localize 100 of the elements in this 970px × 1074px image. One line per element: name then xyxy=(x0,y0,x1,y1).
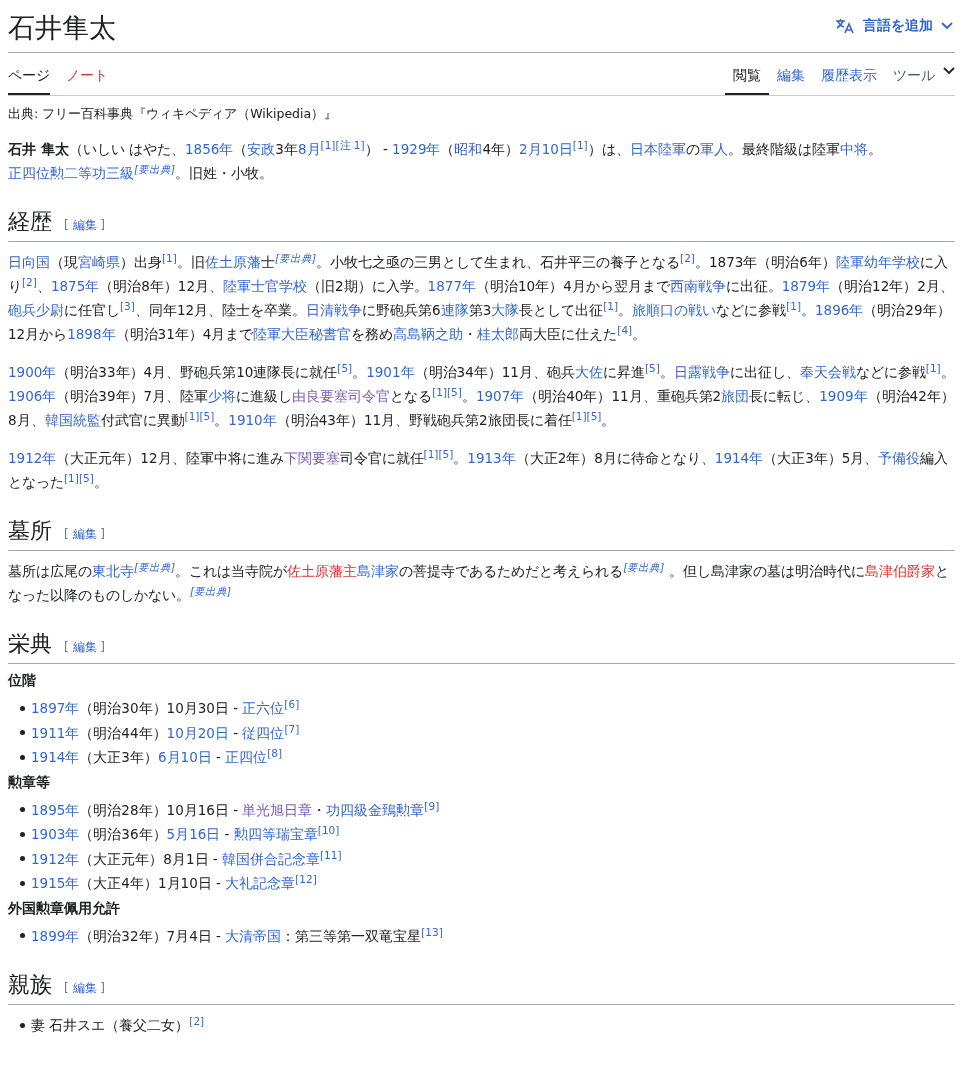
reference-link[interactable]: [5] xyxy=(447,385,462,398)
link[interactable]: 日向国 xyxy=(8,254,50,270)
tab[interactable]: 閲覧 xyxy=(725,53,769,95)
link[interactable]: 1896年 xyxy=(815,302,864,318)
link[interactable]: 1898年 xyxy=(67,326,116,342)
link[interactable]: 昭和 xyxy=(454,141,483,157)
link[interactable]: 旅団 xyxy=(721,388,750,404)
link[interactable]: 日本陸軍 xyxy=(629,141,686,157)
link[interactable]: 1901年 xyxy=(366,364,415,380)
citation-needed-link[interactable]: [要出典] xyxy=(623,560,665,573)
link[interactable]: 1907年 xyxy=(475,388,525,404)
link[interactable]: 1915年 xyxy=(31,875,80,891)
link[interactable]: 1910年 xyxy=(228,412,277,428)
link[interactable]: 1913年 xyxy=(467,450,516,466)
reference-link[interactable]: [1] xyxy=(423,447,439,460)
link[interactable]: 10月20日 xyxy=(166,724,229,741)
citation-needed-link[interactable]: [要出典] xyxy=(190,584,232,597)
link[interactable]: 少将 xyxy=(208,388,237,404)
reference-link[interactable]: [8] xyxy=(267,746,283,759)
reference-link[interactable]: [1] xyxy=(432,385,447,398)
reference-link[interactable]: [2] xyxy=(680,251,695,264)
link[interactable]: 高島鞆之助 xyxy=(393,326,464,342)
link[interactable]: 6月10日 xyxy=(157,749,212,765)
reference-link[interactable]: [5] xyxy=(438,447,454,460)
link[interactable]: 5月16日 xyxy=(166,826,221,842)
reference-link[interactable]: [1] xyxy=(786,299,801,312)
reference-link[interactable]: [1] xyxy=(184,409,200,422)
link[interactable]: 1906年 xyxy=(8,388,57,404)
link[interactable]: 陸軍幼年学校 xyxy=(835,254,920,270)
link[interactable]: 大隊 xyxy=(491,302,520,318)
reference-link[interactable]: [5] xyxy=(337,361,353,374)
link[interactable]: 功四級金鵄勲章 xyxy=(326,801,425,818)
link[interactable]: 宮崎県 xyxy=(78,254,120,270)
link[interactable]: 島津家 xyxy=(357,563,400,579)
link[interactable]: 陸軍士官学校 xyxy=(223,278,307,294)
citation-needed-link[interactable]: [要出典] xyxy=(134,560,176,573)
reference-link[interactable]: [1] xyxy=(320,138,336,151)
reference-link[interactable]: [5] xyxy=(644,361,660,374)
link[interactable]: 陸軍大臣秘書官 xyxy=(253,326,352,342)
reference-link[interactable]: [5] xyxy=(586,409,602,422)
link[interactable]: 2月10日 xyxy=(519,141,573,157)
link[interactable]: 1897年 xyxy=(31,700,80,716)
edit-link[interactable]: [ 編集 ] xyxy=(64,980,106,997)
link[interactable]: 東北寺 xyxy=(92,563,134,579)
edit-link[interactable]: [ 編集 ] xyxy=(64,639,106,656)
link[interactable]: 正四位 xyxy=(225,749,268,765)
link[interactable]: 1912年 xyxy=(8,450,57,466)
link[interactable]: 佐土原藩主 xyxy=(287,563,358,579)
link[interactable]: 8月 xyxy=(297,141,321,157)
link[interactable]: 砲兵少尉 xyxy=(8,302,64,318)
language-button[interactable]: 言語を追加 xyxy=(833,13,955,39)
link[interactable]: 中将 xyxy=(839,141,868,157)
reference-link[interactable]: [1] xyxy=(571,409,587,422)
reference-link[interactable]: [2] xyxy=(22,275,37,288)
link[interactable]: 軍人 xyxy=(699,141,728,157)
link[interactable]: 大礼記念章 xyxy=(225,875,296,891)
link[interactable]: 1911年 xyxy=(31,724,80,741)
reference-link[interactable]: [5] xyxy=(78,471,94,484)
link[interactable]: 1909年 xyxy=(819,388,868,404)
link[interactable]: 1900年 xyxy=(8,364,57,380)
reference-link[interactable]: [1] xyxy=(162,251,177,264)
link[interactable]: 従四位 xyxy=(242,724,285,741)
edit-link[interactable]: [ 編集 ] xyxy=(64,526,106,543)
reference-link[interactable]: [5] xyxy=(199,409,215,422)
tab[interactable]: 履歴表示 xyxy=(813,53,885,95)
reference-link[interactable]: [1] xyxy=(925,361,941,374)
link[interactable]: 安政 xyxy=(247,141,276,157)
tab[interactable]: 編集 xyxy=(769,53,813,95)
link[interactable]: 桂太郎 xyxy=(477,326,520,342)
link[interactable]: 下関要塞 xyxy=(283,450,340,466)
link[interactable]: 1912年 xyxy=(31,850,80,867)
link[interactable]: 島津伯爵家 xyxy=(864,563,935,579)
reference-link[interactable]: [6] xyxy=(284,697,300,710)
link[interactable]: 1929年 xyxy=(392,141,441,157)
link[interactable]: 勲四等瑞宝章 xyxy=(233,826,318,842)
link[interactable]: 1856年 xyxy=(185,141,234,157)
link[interactable]: 由良要塞司令官 xyxy=(292,388,391,404)
link[interactable]: 日清戦争 xyxy=(306,302,363,318)
citation-needed-link[interactable]: [要出典] xyxy=(274,251,317,264)
citation-needed-link[interactable]: [要出典] xyxy=(134,162,176,175)
reference-link[interactable]: [2] xyxy=(189,1014,205,1027)
link[interactable]: 奉天会戦 xyxy=(799,364,856,380)
link[interactable]: 旅順口の戦い xyxy=(632,302,717,318)
link[interactable]: 1903年 xyxy=(31,826,80,842)
link[interactable]: 大佐 xyxy=(574,364,603,380)
link[interactable]: 1899年 xyxy=(31,927,80,944)
link[interactable]: 日露戦争 xyxy=(673,364,730,380)
link[interactable]: 佐土原藩 xyxy=(204,254,261,270)
reference-link[interactable]: [4] xyxy=(617,323,633,336)
reference-link[interactable]: [3] xyxy=(120,299,135,312)
link[interactable]: 予備役 xyxy=(878,450,921,466)
tab[interactable]: ノート xyxy=(58,53,108,95)
link[interactable]: 1875年 xyxy=(50,278,100,294)
reference-link[interactable]: [9] xyxy=(424,799,440,811)
link[interactable]: 大清帝国 xyxy=(225,927,282,944)
reference-link[interactable]: [7] xyxy=(284,722,300,734)
link[interactable]: 1877年 xyxy=(427,278,476,294)
link[interactable]: 韓国統監 xyxy=(44,412,101,428)
reference-link[interactable]: [1] xyxy=(572,138,588,151)
link[interactable]: 正六位 xyxy=(242,700,285,716)
